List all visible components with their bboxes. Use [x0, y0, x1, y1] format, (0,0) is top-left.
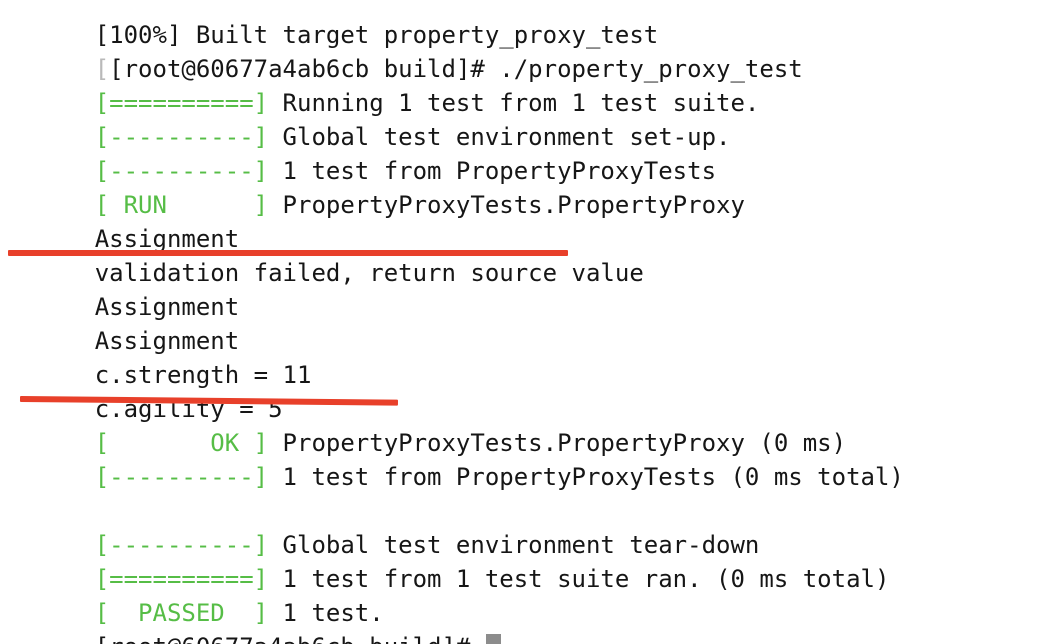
shell-prompt: [root@60677a4ab6cb build]#: [95, 633, 485, 644]
terminal-screen: [100%] Built target property_proxy_test …: [8, 0, 1040, 644]
prompt-command-text: [root@60677a4ab6cb build]# ./property_pr…: [109, 55, 803, 83]
annotation-underline-validation: [8, 250, 568, 256]
stdout-assignment-2: Assignment: [94, 293, 240, 321]
test-run-name: PropertyProxyTests.PropertyProxy: [268, 191, 745, 219]
gtest-banner-equals: [==========]: [94, 89, 269, 117]
gtest-banner-dashes: [----------]: [94, 463, 269, 491]
build-line-text: [100%] Built target property_proxy_test: [94, 21, 659, 49]
gtest-banner-equals: [==========]: [94, 565, 269, 593]
test-ok-text: PropertyProxyTests.PropertyProxy (0 ms): [268, 429, 847, 457]
gtest-banner-dashes: [----------]: [94, 123, 269, 151]
stdout-assignment-3: Assignment: [94, 327, 240, 355]
run-total-text: 1 test from 1 test suite ran. (0 ms tota…: [268, 565, 890, 593]
suite-start-text: Running 1 test from 1 test suite.: [268, 89, 760, 117]
terminal-line-build: [100%] Built target property_proxy_test: [8, 0, 1040, 49]
block-cursor: [485, 634, 501, 644]
passed-text: 1 test.: [268, 599, 384, 627]
gtest-ok-tag: [ OK ]: [94, 429, 269, 457]
gtest-run-tag: [ RUN ]: [94, 191, 269, 219]
env-teardown-text: Global test environment tear-down: [268, 531, 760, 559]
gtest-banner-dashes: [----------]: [94, 531, 269, 559]
stdout-validation-message: validation failed, return source value: [94, 259, 644, 287]
stdout-strength-value: c.strength = 11: [94, 361, 312, 389]
gtest-passed-tag: [ PASSED ]: [94, 599, 269, 627]
env-setup-text: Global test environment set-up.: [268, 123, 731, 151]
prompt-artifact-bracket: [: [94, 55, 110, 83]
terminal-window[interactable]: [100%] Built target property_proxy_test …: [0, 0, 1040, 644]
stdout-assignment-1: Assignment: [94, 225, 240, 253]
suite-count-text: 1 test from PropertyProxyTests: [268, 157, 717, 185]
terminal-line-env-teardown: [----------] Global test environment tea…: [8, 494, 1040, 559]
gtest-banner-dashes: [----------]: [94, 157, 269, 185]
suite-total-text: 1 test from PropertyProxyTests (0 ms tot…: [268, 463, 904, 491]
